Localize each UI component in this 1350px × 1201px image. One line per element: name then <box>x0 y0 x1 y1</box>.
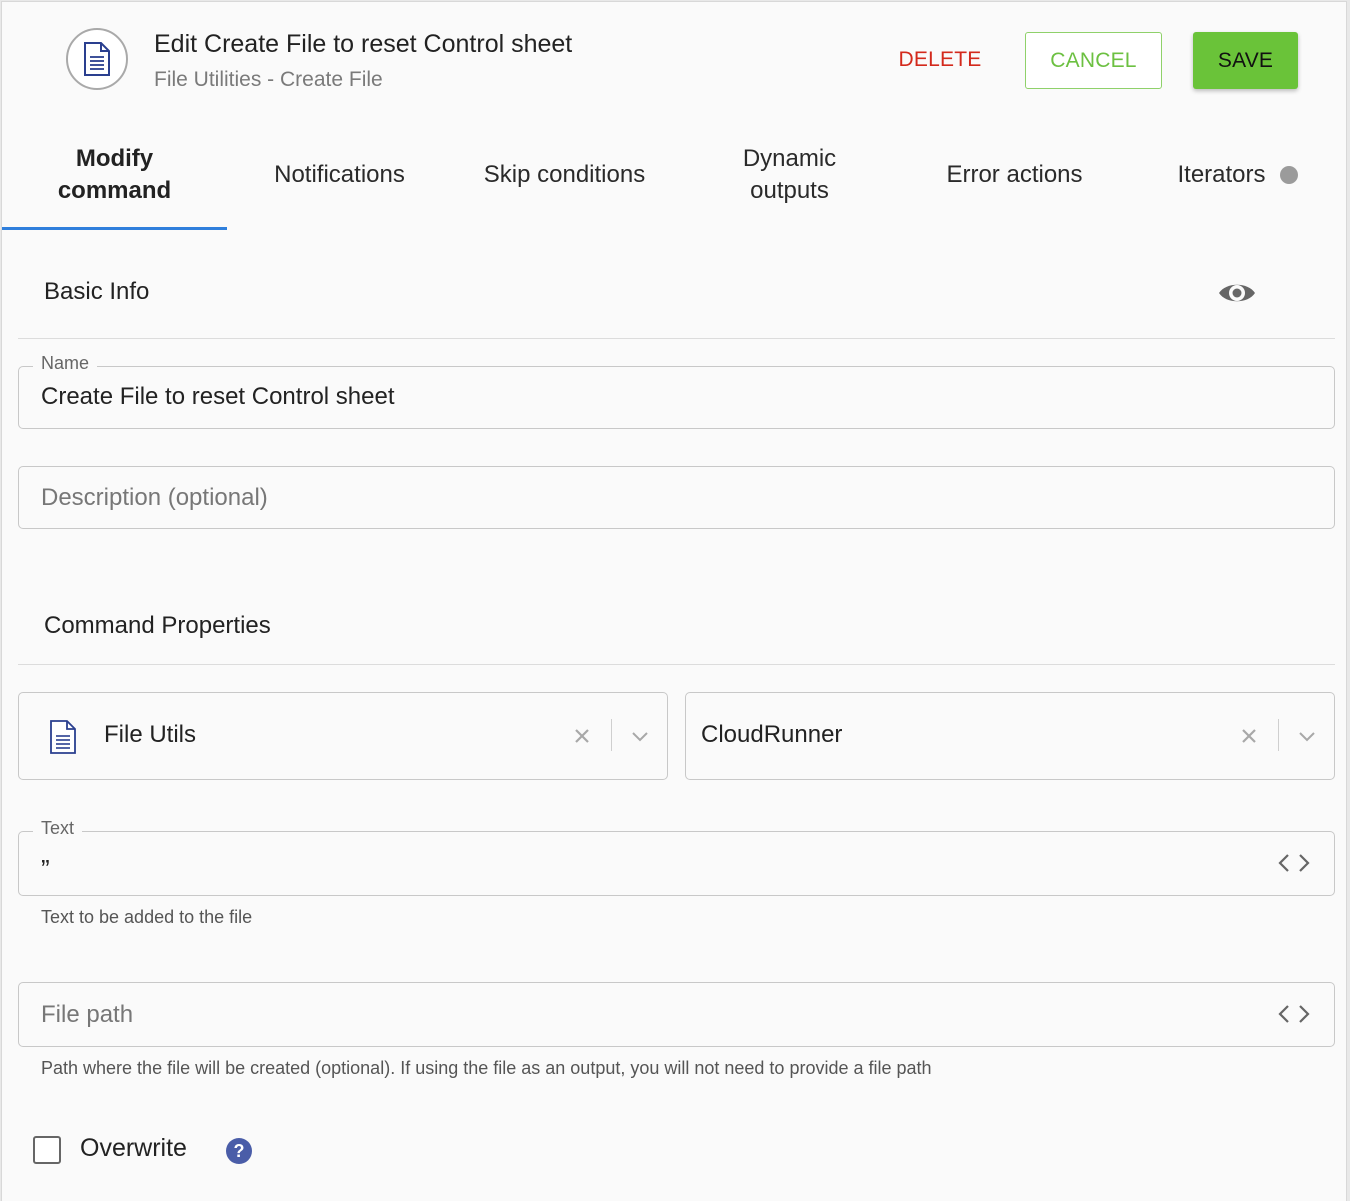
cancel-button[interactable]: CANCEL <box>1025 32 1162 89</box>
divider <box>18 338 1335 339</box>
basic-info-heading: Basic Info <box>44 278 150 305</box>
tab-modify-command[interactable]: Modify command <box>2 120 227 230</box>
dialog-header: Edit Create File to reset Control sheet … <box>2 2 1346 120</box>
help-icon[interactable]: ? <box>226 1138 252 1164</box>
runner-select[interactable]: CloudRunner <box>685 692 1335 780</box>
tab-label-line1: Dynamic <box>742 145 837 172</box>
tab-label: Skip conditions <box>483 161 646 188</box>
code-icon[interactable] <box>1276 1003 1312 1025</box>
delete-button[interactable]: DELETE <box>890 32 990 88</box>
text-field[interactable]: Text ” <box>18 818 1335 896</box>
select-separator <box>1278 719 1279 751</box>
file-path-field[interactable]: File path <box>18 982 1335 1047</box>
save-button[interactable]: SAVE <box>1193 32 1298 89</box>
tab-label: Error actions <box>946 161 1083 188</box>
tab-skip-conditions[interactable]: Skip conditions <box>452 120 677 230</box>
name-field-value: Create File to reset Control sheet <box>41 383 395 410</box>
tab-label-line1: Modify <box>75 145 154 172</box>
overwrite-checkbox[interactable] <box>33 1136 61 1164</box>
edit-command-dialog: Edit Create File to reset Control sheet … <box>1 1 1347 1201</box>
select-separator <box>611 719 612 751</box>
text-field-helper: Text to be added to the file <box>41 907 253 927</box>
tab-label-line2: command <box>57 177 172 204</box>
tab-bar: Modify command Notifications Skip conditi… <box>2 120 1346 230</box>
eye-icon[interactable] <box>1218 278 1256 308</box>
page-subtitle: File Utilities - Create File <box>154 68 383 91</box>
document-icon <box>66 28 128 90</box>
status-dot <box>1279 166 1298 184</box>
active-tab-indicator <box>2 227 227 230</box>
command-properties-heading: Command Properties <box>44 612 271 639</box>
clear-icon[interactable] <box>573 727 591 745</box>
overwrite-label: Overwrite <box>80 1134 187 1162</box>
tab-label-line2: outputs <box>750 177 829 204</box>
page-title: Edit Create File to reset Control sheet <box>154 30 573 58</box>
tab-error-actions[interactable]: Error actions <box>902 120 1127 230</box>
tab-dynamic-outputs[interactable]: Dynamic outputs <box>677 120 902 230</box>
file-path-helper: Path where the file will be created (opt… <box>41 1058 932 1078</box>
file-path-placeholder: File path <box>41 1001 134 1028</box>
description-placeholder: Description (optional) <box>41 484 268 511</box>
chevron-down-icon[interactable] <box>631 731 649 743</box>
clear-icon[interactable] <box>1240 727 1258 745</box>
name-field-label: Name <box>33 353 98 374</box>
description-field[interactable]: Description (optional) <box>18 466 1335 529</box>
document-icon <box>50 720 76 754</box>
tab-label: Notifications <box>274 161 405 188</box>
name-field[interactable]: Name Create File to reset Control sheet <box>18 353 1335 429</box>
tab-notifications[interactable]: Notifications <box>227 120 452 230</box>
chevron-down-icon[interactable] <box>1298 731 1316 743</box>
code-icon[interactable] <box>1276 852 1312 874</box>
tab-label: Iterators <box>1177 161 1266 188</box>
text-field-label: Text <box>33 818 83 839</box>
runner-select-value: CloudRunner <box>701 721 843 748</box>
utility-select[interactable]: File Utils <box>18 692 668 780</box>
divider <box>18 664 1335 665</box>
text-field-value: ” <box>41 854 50 884</box>
utility-select-value: File Utils <box>104 721 197 748</box>
tab-iterators[interactable]: Iterators <box>1127 120 1346 230</box>
